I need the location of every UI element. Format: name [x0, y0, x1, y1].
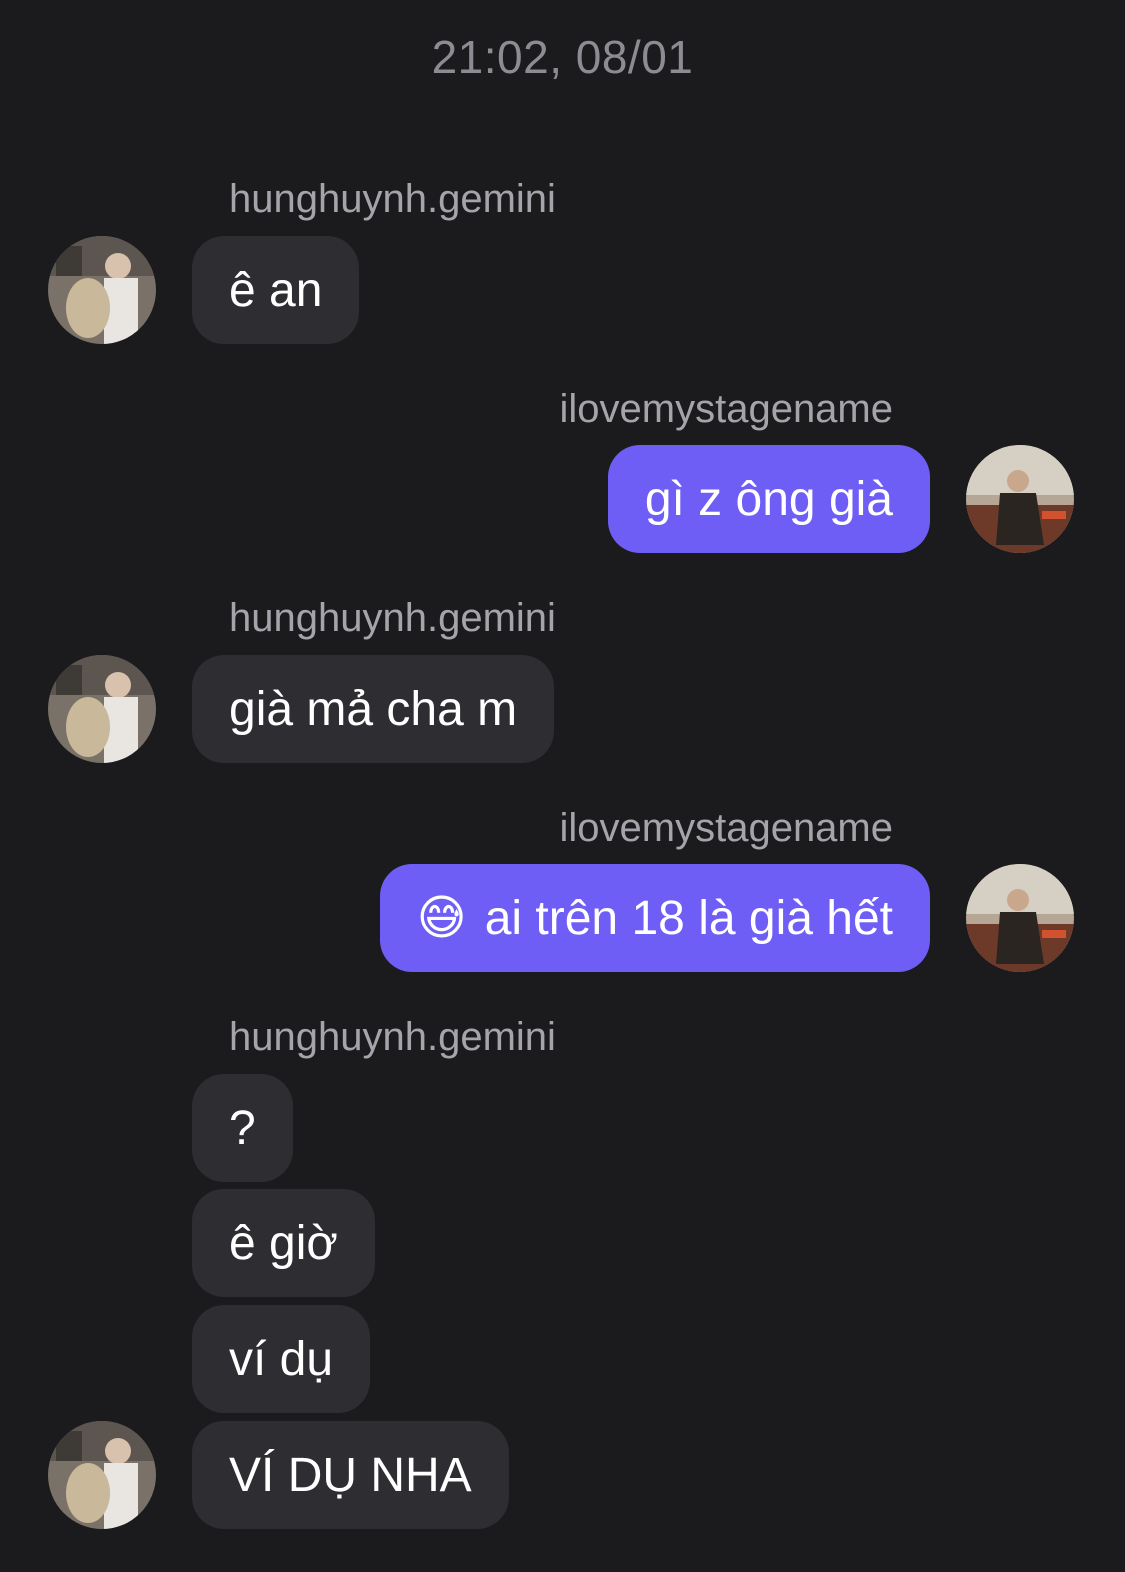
message-text: ê an — [229, 263, 323, 317]
sweat-smile-emoji-icon: 😅 — [416, 892, 467, 945]
sender-name: ilovemystagename — [559, 806, 894, 850]
avatar[interactable] — [48, 655, 156, 763]
sender-name: hunghuynh.gemini — [229, 596, 556, 640]
message-text: ai trên 18 là già hết — [484, 891, 893, 945]
avatar[interactable] — [48, 1421, 156, 1529]
message-text: ? — [229, 1101, 256, 1155]
avatar[interactable] — [966, 864, 1074, 972]
message-bubble-incoming[interactable]: ? — [192, 1074, 293, 1182]
message-bubble-incoming[interactable]: ê giờ — [192, 1189, 375, 1297]
avatar-photo-icon — [48, 236, 156, 344]
sender-name: hunghuynh.gemini — [229, 1015, 556, 1059]
avatar-photo-icon — [966, 445, 1074, 553]
sender-name: hunghuynh.gemini — [229, 177, 556, 221]
avatar[interactable] — [966, 445, 1074, 553]
message-bubble-incoming[interactable]: ê an — [192, 236, 360, 344]
chat-timestamp: 21:02, 08/01 — [431, 31, 694, 83]
message-text: gì z ông già — [644, 472, 893, 526]
message-text: già mả cha m — [229, 682, 518, 736]
message-text: ví dụ — [229, 1332, 334, 1386]
message-text: VÍ DỤ NHA — [229, 1448, 472, 1502]
message-bubble-incoming[interactable]: già mả cha m — [192, 655, 555, 763]
avatar-photo-icon — [966, 864, 1074, 972]
sender-name: ilovemystagename — [559, 387, 894, 431]
message-bubble-incoming[interactable]: ví dụ — [192, 1305, 371, 1413]
message-text: ê giờ — [229, 1216, 338, 1270]
avatar-photo-icon — [48, 655, 156, 763]
avatar[interactable] — [48, 236, 156, 344]
message-bubble-outgoing[interactable]: gì z ông già — [607, 445, 930, 553]
message-bubble-incoming[interactable]: VÍ DỤ NHA — [192, 1421, 509, 1529]
message-bubble-outgoing[interactable]: 😅 ai trên 18 là già hết — [379, 864, 930, 972]
avatar-photo-icon — [48, 1421, 156, 1529]
